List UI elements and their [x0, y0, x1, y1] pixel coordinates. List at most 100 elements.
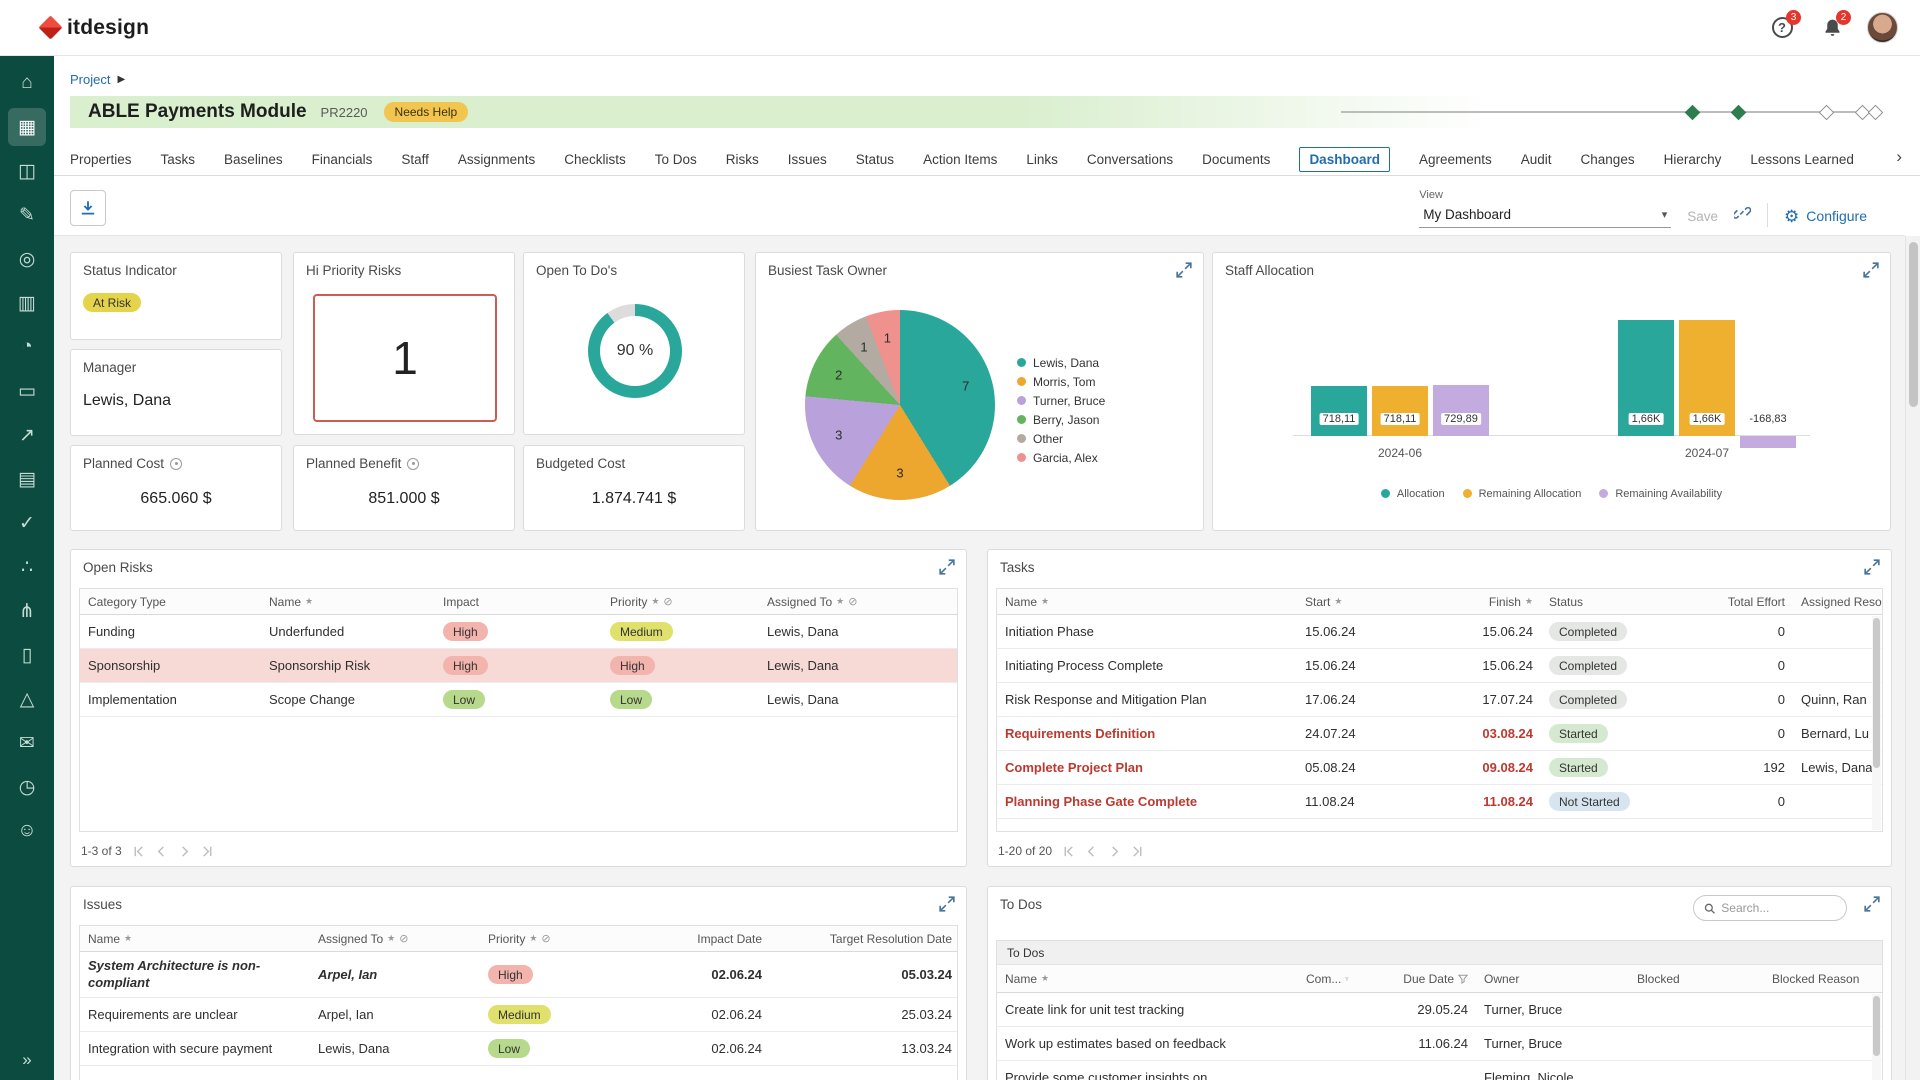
sidebar-expand-button[interactable]: »	[0, 1050, 54, 1070]
sidebar-item-scoring[interactable]: ◫	[8, 152, 46, 190]
expand-widget-button[interactable]	[939, 559, 957, 577]
milestone-diamond[interactable]	[1730, 104, 1747, 120]
tab-conversations[interactable]: Conversations	[1087, 152, 1173, 167]
sidebar-item-messages[interactable]: ✉	[8, 724, 46, 762]
app-logo[interactable]: itdesign	[38, 15, 149, 40]
breadcrumb-caret-icon: ▶	[117, 74, 126, 85]
user-avatar[interactable]	[1867, 12, 1898, 43]
expand-widget-button[interactable]	[1863, 262, 1881, 280]
tab-documents[interactable]: Documents	[1202, 152, 1270, 167]
sidebar-item-screens[interactable]: ▭	[8, 372, 46, 410]
legend-dot-icon	[1462, 489, 1472, 498]
table-row[interactable]: Initiation Phase 15.06.24 15.06.24 Compl…	[997, 615, 1882, 649]
tab-checklists[interactable]: Checklists	[564, 152, 626, 167]
sidebar-item-plans[interactable]: ▤	[8, 460, 46, 498]
table-row[interactable]: Risk Response and Mitigation Plan 17.06.…	[997, 683, 1882, 717]
table-row[interactable]: Initiating Process Complete 15.06.24 15.…	[997, 649, 1882, 683]
breadcrumb-project-link[interactable]: Project	[70, 72, 110, 87]
table-row[interactable]: Create link for unit test tracking 29.05…	[997, 993, 1882, 1027]
sidebar-item-design[interactable]: ✎	[8, 196, 46, 234]
tab-risks[interactable]: Risks	[726, 152, 759, 167]
scrollbar-thumb[interactable]	[1908, 242, 1918, 407]
expand-widget-button[interactable]	[1864, 896, 1882, 914]
star-icon: ★	[305, 596, 314, 606]
sidebar-item-reports[interactable]: ▥	[8, 284, 46, 322]
table-row[interactable]: Integration with secure payment Lewis, D…	[80, 1032, 957, 1066]
filter-icon	[1345, 976, 1349, 981]
tab-changes[interactable]: Changes	[1581, 152, 1635, 167]
tab-issues[interactable]: Issues	[788, 152, 827, 167]
tab-baselines[interactable]: Baselines	[224, 152, 283, 167]
expand-widget-button[interactable]	[939, 896, 957, 914]
tab-links[interactable]: Links	[1026, 152, 1058, 167]
expand-widget-button[interactable]	[1864, 559, 1882, 577]
tab-lessons-learned[interactable]: Lessons Learned	[1750, 152, 1854, 167]
sidebar-item-dashboard[interactable]: ▦	[8, 108, 46, 146]
impact-badge: High	[443, 622, 488, 641]
expand-widget-button[interactable]	[1176, 262, 1194, 280]
table-row[interactable]: Requirements Definition 24.07.24 03.08.2…	[997, 717, 1882, 751]
scrollbar-thumb[interactable]	[1873, 996, 1880, 1056]
legend-dot-icon	[1380, 489, 1390, 498]
star-icon: ★	[1041, 596, 1050, 606]
tab-financials[interactable]: Financials	[312, 152, 373, 167]
sidebar-item-objectives[interactable]: ◎	[8, 240, 46, 278]
tab-action-items[interactable]: Action Items	[923, 152, 997, 167]
tab-hierarchy[interactable]: Hierarchy	[1664, 152, 1722, 167]
table-row[interactable]: Requirements are unclear Arpel, Ian Medi…	[80, 998, 957, 1032]
table-row[interactable]: Sponsorship Sponsorship Risk High High L…	[80, 649, 957, 683]
pagination-prev-button[interactable]	[155, 845, 168, 858]
tab-scroll-right-button[interactable]: ›	[1896, 147, 1902, 167]
tab-to-dos[interactable]: To Dos	[655, 152, 697, 167]
impact-badge: Low	[443, 690, 486, 709]
pagination-last-button[interactable]	[1131, 845, 1144, 858]
tab-agreements[interactable]: Agreements	[1419, 152, 1492, 167]
tab-audit[interactable]: Audit	[1521, 152, 1552, 167]
sidebar-item-workflows[interactable]: ⋔	[8, 592, 46, 630]
pagination-next-button[interactable]	[1108, 845, 1121, 858]
milestone-diamond[interactable]	[1684, 104, 1701, 120]
sidebar-item-home[interactable]: ⌂	[8, 64, 46, 102]
share-link-button[interactable]	[1732, 204, 1752, 228]
messages-icon: ✉	[19, 732, 35, 754]
pagination-prev-button[interactable]	[1085, 845, 1098, 858]
pagination-next-button[interactable]	[178, 845, 191, 858]
scrollbar-thumb[interactable]	[1873, 618, 1880, 768]
table-row[interactable]: System Architecture is non-compliant Arp…	[80, 952, 957, 998]
tab-status[interactable]: Status	[856, 152, 894, 167]
sidebar-item-approvals[interactable]: ✓	[8, 504, 46, 542]
sidebar-item-gauges[interactable]: ◔	[8, 328, 46, 366]
search-input[interactable]	[1721, 901, 1836, 915]
pagination-first-button[interactable]	[1062, 845, 1075, 858]
pagination-first-button[interactable]	[132, 845, 145, 858]
sidebar-item-lab[interactable]: △	[8, 680, 46, 718]
table-row[interactable]: Planning Phase Gate Complete 11.08.24 11…	[997, 785, 1882, 819]
sidebar-item-time[interactable]: ◷	[8, 768, 46, 806]
bar-slot: 1,66K	[1679, 316, 1735, 436]
table-row[interactable]: Implementation Scope Change Low Low Lewi…	[80, 683, 957, 717]
table-row[interactable]: Complete Project Plan 05.08.24 09.08.24 …	[997, 751, 1882, 785]
sidebar-item-trends[interactable]: ↗	[8, 416, 46, 454]
tab-staff[interactable]: Staff	[401, 152, 429, 167]
notifications-button[interactable]: 2	[1817, 9, 1851, 43]
bar-slot: 729,89	[1433, 316, 1489, 436]
star-icon: ★	[836, 596, 845, 606]
tab-dashboard[interactable]: Dashboard	[1299, 146, 1390, 172]
table-row[interactable]: Work up estimates based on feedback 11.0…	[997, 1027, 1882, 1061]
sidebar-item-resources[interactable]: ∴	[8, 548, 46, 586]
sidebar-item-team[interactable]: ☺	[8, 812, 46, 850]
configure-button[interactable]: ⚙ Configure	[1784, 208, 1867, 228]
tab-assignments[interactable]: Assignments	[458, 152, 535, 167]
export-button[interactable]	[70, 190, 106, 226]
pagination-last-button[interactable]	[201, 845, 214, 858]
tab-tasks[interactable]: Tasks	[161, 152, 196, 167]
save-button[interactable]: Save	[1687, 209, 1718, 228]
milestone-diamond[interactable]	[1818, 104, 1835, 120]
help-button[interactable]: ? 3	[1767, 9, 1801, 43]
sidebar-item-knowledge[interactable]: ▯	[8, 636, 46, 674]
dashboard-view-select[interactable]: My Dashboard ▾	[1419, 202, 1672, 228]
tab-properties[interactable]: Properties	[70, 152, 132, 167]
milestone-diamond[interactable]	[1867, 104, 1884, 120]
table-row[interactable]: Provide some customer insights on Flemin…	[997, 1061, 1882, 1080]
table-row[interactable]: Funding Underfunded High Medium Lewis, D…	[80, 615, 957, 649]
